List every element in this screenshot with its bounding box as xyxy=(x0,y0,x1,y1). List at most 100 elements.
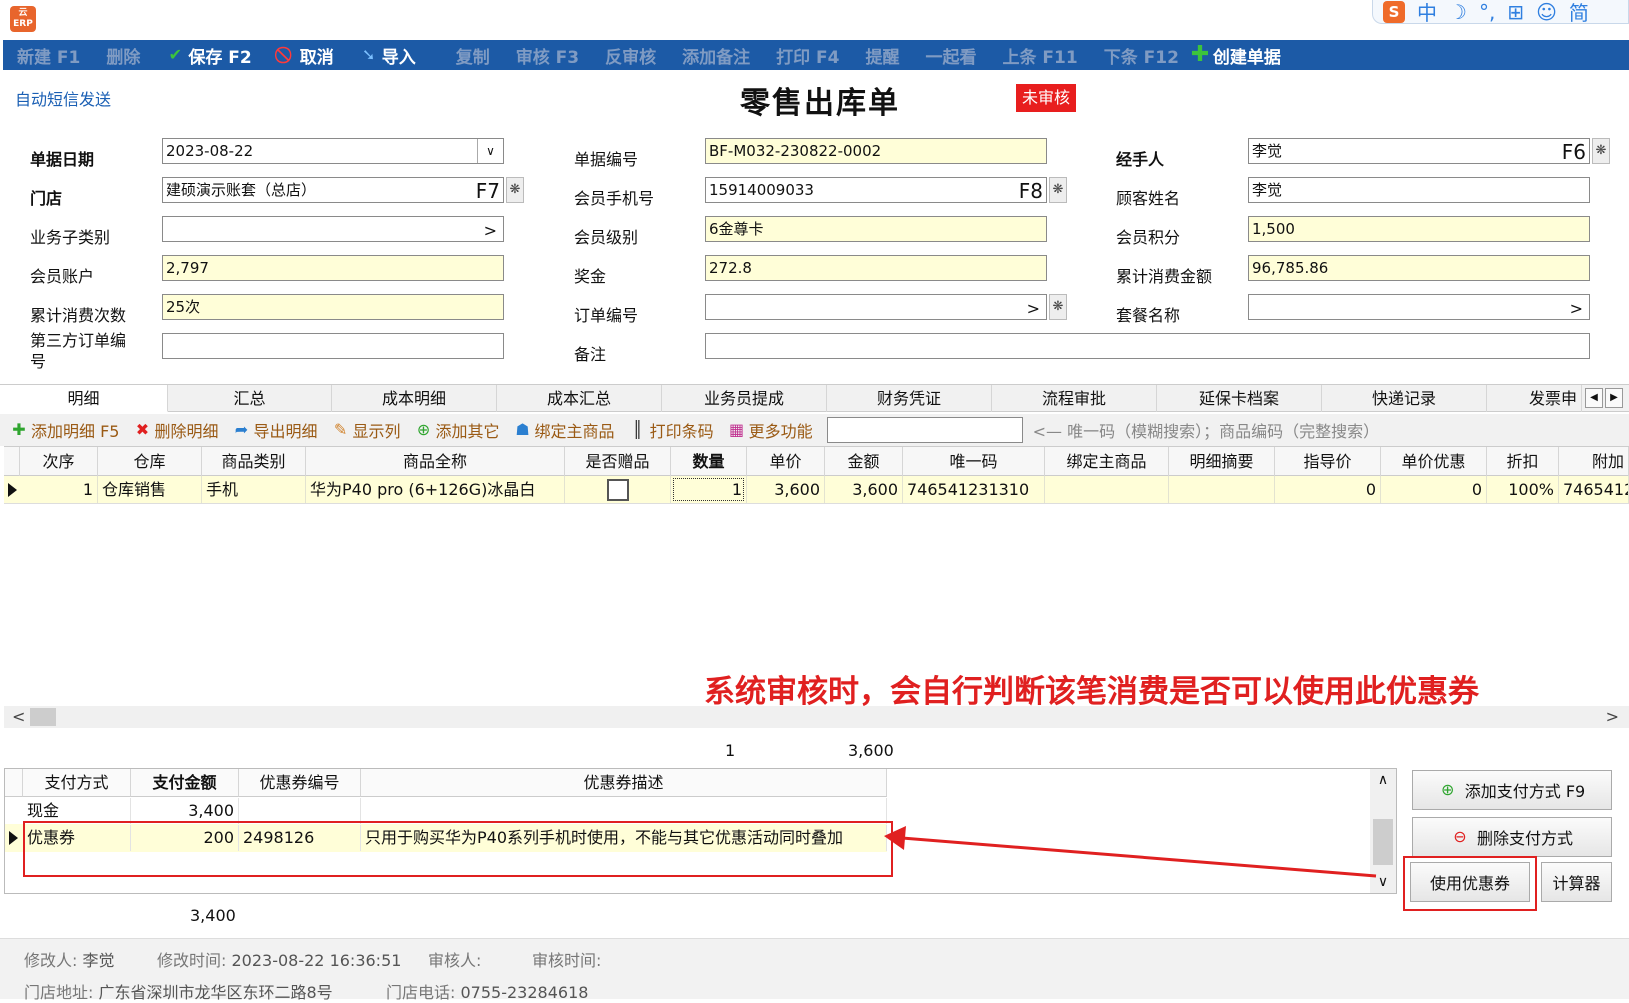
col-gift[interactable]: 是否赠品 xyxy=(565,447,671,476)
delete-payment-button[interactable]: ⊖ 删除支付方式 xyxy=(1412,817,1612,857)
col-warehouse[interactable]: 仓库 xyxy=(98,447,202,476)
col-price[interactable]: 单价 xyxy=(747,447,825,476)
create-document-button[interactable]: ✚ 创建单据 xyxy=(1191,43,1281,68)
unaudit-button[interactable]: 反审核 xyxy=(605,43,656,68)
tab-scroll-left-icon[interactable]: ◀ xyxy=(1585,388,1603,408)
print-button[interactable]: 打印 F4 xyxy=(776,43,839,68)
cell-discount-price[interactable]: 0 xyxy=(1381,476,1487,503)
cell-seq[interactable]: 1 xyxy=(20,476,98,503)
points-field[interactable]: 1,500 xyxy=(1248,216,1590,242)
tab-cost-summary[interactable]: 成本汇总 xyxy=(497,385,662,412)
add-detail-button[interactable]: ✚ 添加明细 F5 xyxy=(10,418,119,442)
delete-button[interactable]: 删除 xyxy=(106,43,140,68)
add-note-button[interactable]: 添加备注 xyxy=(682,43,750,68)
bind-main-button[interactable]: ☗ 绑定主商品 xyxy=(514,418,614,442)
copy-button[interactable]: 复制 xyxy=(456,43,490,68)
use-coupon-button[interactable]: 使用优惠券 xyxy=(1410,862,1530,902)
import-button[interactable]: ➘ 导入 xyxy=(360,43,416,68)
level-field[interactable]: 6金尊卡 xyxy=(705,216,1047,242)
remark-field[interactable] xyxy=(705,333,1590,359)
tab-approval[interactable]: 流程审批 xyxy=(992,385,1157,412)
account-field[interactable]: 2,797 xyxy=(162,255,504,281)
cancel-button[interactable]: ⃠取消 xyxy=(278,43,334,68)
chevron-right-icon[interactable]: > xyxy=(1027,295,1040,319)
phone-field[interactable]: 15914009033 F8 xyxy=(705,177,1047,203)
tab-detail[interactable]: 明细 xyxy=(0,385,168,412)
cell-bind[interactable] xyxy=(1045,476,1169,503)
order-lookup-icon[interactable]: ❋ xyxy=(1049,294,1067,320)
export-detail-button[interactable]: ➦ 导出明细 xyxy=(233,418,318,442)
pay-col-method[interactable]: 支付方式 xyxy=(23,769,131,797)
cell-amount[interactable]: 3,600 xyxy=(825,476,903,503)
scroll-left-icon[interactable]: < xyxy=(12,706,25,728)
cell-category[interactable]: 手机 xyxy=(202,476,306,503)
tab-commission[interactable]: 业务员提成 xyxy=(662,385,827,412)
cell-guide[interactable]: 0 xyxy=(1275,476,1381,503)
tab-summary[interactable]: 汇总 xyxy=(168,385,332,412)
chevron-right-icon[interactable]: > xyxy=(1570,295,1583,319)
ime-moon-icon[interactable]: ☽ xyxy=(1449,0,1467,24)
docno-field[interactable]: BF-M032-230822-0002 xyxy=(705,138,1047,164)
print-barcode-button[interactable]: ║ 打印条码 xyxy=(629,418,714,442)
col-amount[interactable]: 金额 xyxy=(825,447,903,476)
col-discount-price[interactable]: 单价优惠 xyxy=(1381,447,1487,476)
ime-chinese-icon[interactable]: 中 xyxy=(1417,0,1437,26)
add-other-button[interactable]: ⊕ 添加其它 xyxy=(415,418,500,442)
gift-checkbox[interactable] xyxy=(607,479,629,501)
col-category[interactable]: 商品类别 xyxy=(202,447,306,476)
cell-extra[interactable]: 74654123 xyxy=(1559,476,1629,503)
store-field[interactable]: 建硕演示账套（总店） F7 xyxy=(162,177,504,203)
col-code[interactable]: 唯一码 xyxy=(903,447,1045,476)
count-field[interactable]: 25次 xyxy=(162,294,504,320)
col-discount[interactable]: 折扣 xyxy=(1487,447,1559,476)
order-field[interactable]: > xyxy=(705,294,1047,320)
subtype-field[interactable]: > xyxy=(162,216,504,242)
show-columns-button[interactable]: ✎ 显示列 xyxy=(332,418,401,442)
cell-gift[interactable] xyxy=(565,476,671,503)
scroll-thumb[interactable] xyxy=(30,708,56,726)
pay-col-coupon[interactable]: 优惠券编号 xyxy=(239,769,361,797)
horizontal-scrollbar[interactable]: < > xyxy=(4,706,1629,728)
delete-detail-button[interactable]: ✖ 删除明细 xyxy=(133,418,219,442)
ime-keyboard-icon[interactable]: ⊞ xyxy=(1507,0,1524,24)
tab-invoice[interactable]: 发票申 xyxy=(1487,385,1582,412)
col-extra[interactable]: 附加 xyxy=(1559,447,1629,476)
handler-lookup-icon[interactable]: ❋ xyxy=(1592,138,1610,164)
add-payment-button[interactable]: ⊕ 添加支付方式 F9 xyxy=(1412,770,1612,810)
tab-cost-detail[interactable]: 成本明细 xyxy=(332,385,497,412)
tab-scroll-right-icon[interactable]: ▶ xyxy=(1605,388,1623,408)
cell-qty[interactable]: 1 xyxy=(671,476,747,503)
package-field[interactable]: > xyxy=(1248,294,1590,320)
cell-price[interactable]: 3,600 xyxy=(747,476,825,503)
auto-sms-link[interactable]: 自动短信发送 xyxy=(15,86,111,110)
calculator-button[interactable]: 计算器 xyxy=(1541,862,1612,902)
ime-toolbar[interactable]: S 中 ☽ °, ⊞ ☺ 简 xyxy=(1372,0,1629,26)
pay-col-amount[interactable]: 支付金额 xyxy=(131,769,239,797)
ime-user-icon[interactable]: ☺ xyxy=(1536,0,1557,24)
cell-discount[interactable]: 100% xyxy=(1487,476,1559,503)
cell-code[interactable]: 746541231310 xyxy=(903,476,1045,503)
detail-search-input[interactable] xyxy=(826,417,1023,443)
more-functions-button[interactable]: ▦ 更多功能 xyxy=(728,418,813,442)
chevron-right-icon[interactable]: > xyxy=(484,217,497,241)
audit-button[interactable]: 审核 F3 xyxy=(516,43,579,68)
col-qty[interactable]: 数量 xyxy=(671,447,747,476)
scroll-up-icon[interactable]: ∧ xyxy=(1370,769,1396,791)
handler-field[interactable]: 李觉 F6 xyxy=(1248,138,1590,164)
ime-simplified-icon[interactable]: 简 xyxy=(1569,0,1589,26)
col-seq[interactable]: 次序 xyxy=(20,447,98,476)
col-name[interactable]: 商品全称 xyxy=(306,447,565,476)
cell-name[interactable]: 华为P40 pro (6+126G)冰晶白 xyxy=(306,476,565,503)
save-button[interactable]: ✔ 保存 F2 xyxy=(166,43,252,68)
total-spend-field[interactable]: 96,785.86 xyxy=(1248,255,1590,281)
customer-field[interactable]: 李觉 xyxy=(1248,177,1590,203)
store-lookup-icon[interactable]: ❋ xyxy=(506,177,524,203)
chevron-down-icon[interactable]: ∨ xyxy=(477,139,503,163)
table-row[interactable]: 1 仓库销售 手机 华为P40 pro (6+126G)冰晶白 1 3,600 … xyxy=(4,476,1629,504)
new-button[interactable]: 新建 F1 xyxy=(17,43,80,68)
next-record-button[interactable]: 下条 F12 xyxy=(1104,43,1179,68)
cell-warehouse[interactable]: 仓库销售 xyxy=(98,476,202,503)
col-guide[interactable]: 指导价 xyxy=(1275,447,1381,476)
tab-voucher[interactable]: 财务凭证 xyxy=(827,385,992,412)
view-together-button[interactable]: 一起看 xyxy=(926,43,977,68)
